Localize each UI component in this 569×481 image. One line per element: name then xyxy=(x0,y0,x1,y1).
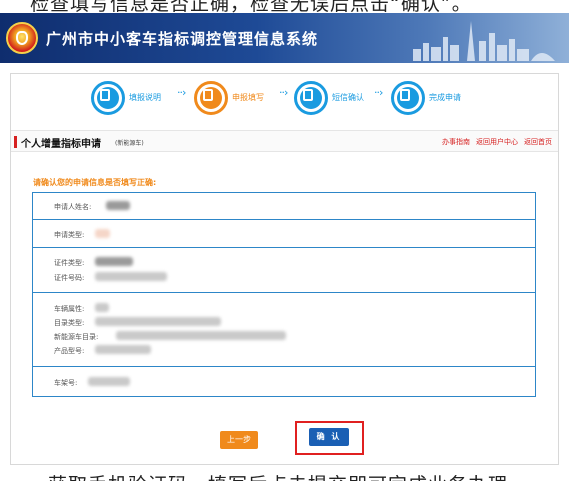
progress-steps: 填报说明 ··› 申报填写 ··› 短信确认 ··› 完成申请 xyxy=(11,74,558,121)
redacted-value xyxy=(95,272,167,281)
edit-icon xyxy=(194,81,228,115)
label-id-number: 证件号码: xyxy=(54,274,85,282)
row-id: 证件类型: 证件号码: xyxy=(33,248,535,293)
quick-links: 办事指南 返回用户中心 返回首页 xyxy=(436,137,552,147)
row-apply-type: 申请类型: xyxy=(33,220,535,248)
prev-step-button[interactable]: 上一步 xyxy=(220,431,258,449)
phone-icon xyxy=(294,81,328,115)
link-guide[interactable]: 办事指南 xyxy=(442,138,470,146)
label-catalog-type: 目录类型: xyxy=(54,319,85,327)
step-label: 申报填写 xyxy=(232,93,264,102)
emblem-logo xyxy=(6,22,38,54)
arrow-right-icon: ··› xyxy=(374,86,383,99)
row-applicant: 申请人姓名: xyxy=(33,193,535,220)
redacted-value xyxy=(95,229,110,238)
row-vin: 车架号: xyxy=(33,367,535,397)
link-home[interactable]: 返回首页 xyxy=(524,138,552,146)
arrow-right-icon: ··› xyxy=(279,86,288,99)
site-title: 广州市中小客车指标调控管理信息系统 xyxy=(46,30,319,48)
redacted-value xyxy=(95,303,109,312)
redacted-value xyxy=(95,317,221,326)
site-header: 广州市中小客车指标调控管理信息系统 xyxy=(0,13,569,63)
main-panel: 填报说明 ··› 申报填写 ··› 短信确认 ··› 完成申请 个人增量指标申请… xyxy=(10,73,559,465)
step-label: 填报说明 xyxy=(129,93,161,102)
section-title: 个人增量指标申请 xyxy=(21,139,101,150)
step-label: 完成申请 xyxy=(429,93,461,102)
redacted-value xyxy=(106,201,130,210)
redacted-value xyxy=(95,345,151,354)
confirm-button[interactable]: 确 认 xyxy=(309,428,349,446)
city-skyline-image xyxy=(413,21,555,61)
section-marker xyxy=(14,136,17,148)
section-subtitle: (新能源车) xyxy=(115,140,144,147)
step-label: 短信确认 xyxy=(332,93,364,102)
label-nev-catalog: 新能源车目录: xyxy=(54,333,99,341)
label-apply-type: 申请类型: xyxy=(54,231,85,239)
top-caption: 检查填写信息是否正确，检查无误后点击“确认”。 xyxy=(30,0,472,15)
section-header: 个人增量指标申请 (新能源车) 办事指南 返回用户中心 返回首页 xyxy=(11,130,558,152)
link-user-center[interactable]: 返回用户中心 xyxy=(476,138,518,146)
label-id-type: 证件类型: xyxy=(54,259,85,267)
row-vehicle: 车辆属性: 目录类型: 新能源车目录: 产品型号: xyxy=(33,293,535,367)
bottom-caption: 获取手机验证码，填写后点击提交即可完成业务办理。 xyxy=(0,470,569,481)
label-vehicle-attr: 车辆属性: xyxy=(54,305,85,313)
redacted-value xyxy=(116,331,286,340)
info-table: 申请人姓名: 申请类型: 证件类型: 证件号码: 车辆属性: 目录类型: 新能源… xyxy=(32,192,536,397)
confirm-prompt: 请确认您的申请信息是否填写正确: xyxy=(33,178,157,187)
redacted-value xyxy=(95,257,133,266)
label-vin: 车架号: xyxy=(54,379,78,387)
redacted-value xyxy=(88,377,130,386)
arrow-right-icon: ··› xyxy=(177,86,186,99)
check-document-icon xyxy=(391,81,425,115)
document-icon xyxy=(91,81,125,115)
label-applicant-name: 申请人姓名: xyxy=(54,203,92,211)
label-product-model: 产品型号: xyxy=(54,347,85,355)
